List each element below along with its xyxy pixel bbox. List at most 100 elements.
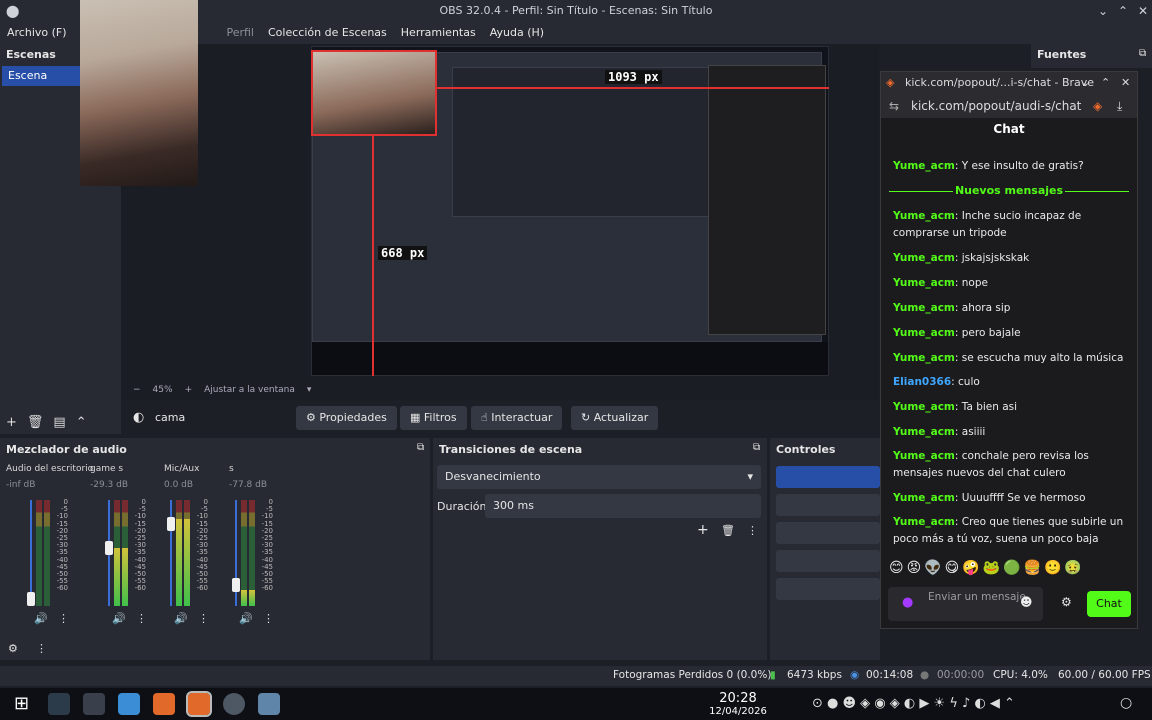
- refresh-button[interactable]: ↻ Actualizar: [571, 406, 659, 430]
- terminal-icon[interactable]: [48, 693, 70, 715]
- brave-active-icon[interactable]: [186, 691, 212, 717]
- chat-username[interactable]: Yume_acm: [893, 401, 955, 413]
- volume-knob[interactable]: [167, 516, 175, 531]
- trash-icon[interactable]: 🗑: [721, 524, 735, 537]
- up-icon[interactable]: ⌃: [76, 415, 87, 430]
- volume-knob[interactable]: [232, 578, 240, 593]
- menu-tools[interactable]: Herramientas: [394, 22, 483, 44]
- chat-username[interactable]: Elian0366: [893, 376, 951, 388]
- close-icon[interactable]: ✕: [1138, 0, 1148, 22]
- volume-knob[interactable]: [27, 592, 35, 606]
- chat-username[interactable]: Yume_acm: [893, 277, 955, 289]
- brave-icon: ◈: [886, 76, 895, 89]
- gear-icon[interactable]: ⚙: [1061, 595, 1072, 609]
- more-icon[interactable]: ⋮: [36, 642, 47, 655]
- undock-icon[interactable]: ⧉: [417, 442, 424, 453]
- chat-send-button[interactable]: Chat: [1087, 591, 1131, 617]
- emoji-icon[interactable]: ☻: [1020, 596, 1033, 609]
- more-icon[interactable]: ⋮: [198, 612, 209, 625]
- duration-input[interactable]: 300 ms: [485, 494, 761, 518]
- fit-label[interactable]: Ajustar a la ventana: [204, 385, 295, 395]
- chat-username[interactable]: Yume_acm: [893, 450, 955, 462]
- chat-username[interactable]: Yume_acm: [893, 160, 955, 172]
- microphone-icon[interactable]: ●: [902, 596, 913, 609]
- more-icon[interactable]: ⋮: [58, 612, 69, 625]
- mute-icon[interactable]: 🔊: [239, 612, 253, 625]
- workspaces-icon[interactable]: [83, 693, 105, 715]
- stream-time: 00:14:08: [866, 669, 914, 681]
- menu-help[interactable]: Ayuda (H): [483, 22, 551, 44]
- scene-item[interactable]: Escena: [2, 66, 80, 86]
- virtual-camera-button[interactable]: [776, 522, 880, 544]
- filter-icon[interactable]: ▤: [53, 415, 65, 430]
- store-icon[interactable]: [258, 693, 280, 715]
- shields-icon[interactable]: ◈: [1093, 94, 1102, 118]
- emote-bar[interactable]: 😊😡👽😋🤪🐸🟢🍔🙂🤢: [889, 560, 1085, 576]
- chat-text: : culo: [951, 376, 980, 388]
- obs-icon[interactable]: [223, 693, 245, 715]
- chat-username[interactable]: Yume_acm: [893, 210, 955, 222]
- power-icon[interactable]: ○: [1120, 695, 1132, 711]
- close-icon[interactable]: ✕: [1121, 72, 1130, 94]
- transitions-dock: Transiciones de escena ⧉ Desvanecimiento…: [433, 438, 767, 660]
- more-icon[interactable]: ⋮: [136, 612, 147, 625]
- undock-icon[interactable]: ⧉: [753, 442, 760, 453]
- chat-username[interactable]: Yume_acm: [893, 302, 955, 314]
- transition-select[interactable]: Desvanecimiento ▾: [437, 465, 761, 489]
- volume-slider[interactable]: [30, 500, 32, 606]
- start-menu-icon[interactable]: ⊞: [14, 693, 36, 715]
- file-manager-icon[interactable]: [118, 693, 140, 715]
- studio-mode-button[interactable]: [776, 550, 880, 572]
- more-icon[interactable]: ⋮: [747, 524, 758, 537]
- chat-username[interactable]: Yume_acm: [893, 352, 955, 364]
- add-icon[interactable]: +: [6, 415, 17, 430]
- more-icon[interactable]: ⋮: [263, 612, 274, 625]
- add-icon[interactable]: +: [697, 522, 709, 538]
- signal-icon: ▮: [770, 669, 776, 681]
- selected-source-outline[interactable]: [311, 50, 437, 136]
- volume-knob[interactable]: [105, 541, 113, 556]
- undock-icon[interactable]: ⧉: [1139, 48, 1146, 59]
- brave-icon[interactable]: [153, 693, 175, 715]
- cpu-usage: CPU: 4.0%: [993, 669, 1048, 681]
- interact-button[interactable]: ☝ Interactuar: [471, 406, 563, 430]
- properties-button[interactable]: ⚙ Propiedades: [296, 406, 397, 430]
- webcam-source[interactable]: [80, 0, 198, 186]
- mute-icon[interactable]: 🔊: [174, 612, 188, 625]
- stream-icon: ◉: [850, 669, 860, 681]
- chat-username[interactable]: Yume_acm: [893, 492, 955, 504]
- site-settings-icon[interactable]: ⇆: [889, 94, 899, 118]
- controls-title: Controles: [776, 443, 836, 456]
- download-icon[interactable]: ⤓: [1117, 94, 1122, 118]
- menu-archivo[interactable]: Archivo (F): [0, 22, 74, 44]
- chat-username[interactable]: Yume_acm: [893, 327, 955, 339]
- chat-input[interactable]: ● Enviar un mensaje ☻: [888, 587, 1043, 621]
- maximize-icon[interactable]: ⌃: [1118, 0, 1128, 22]
- menu-scene-collection[interactable]: Colección de Escenas: [261, 22, 394, 44]
- chat-message: Yume_acm: Uuuuffff Se ve hermoso: [893, 490, 1125, 507]
- mixer-settings-icon[interactable]: ⚙: [8, 642, 18, 655]
- mute-icon[interactable]: 🔊: [112, 612, 126, 625]
- chat-username[interactable]: Yume_acm: [893, 426, 955, 438]
- volume-slider[interactable]: [170, 500, 172, 606]
- clock[interactable]: 20:28 12/04/2026: [700, 691, 776, 717]
- tray-icons[interactable]: ⊙ ● ☻ ◈ ◉ ◈ ◐ ▶ ☀ ϟ ♪ ◐ ◀ ⌃: [812, 696, 1015, 711]
- chevron-down-icon[interactable]: ▾: [307, 385, 312, 395]
- zoom-in-icon[interactable]: +: [185, 385, 193, 395]
- mixer-channel: s -77.8 dB 0 -5 -10 -15 -20 -25 -30 -35 -40 -45 -50-…: [229, 464, 289, 625]
- trash-icon[interactable]: 🗑: [27, 415, 44, 430]
- minimize-icon[interactable]: ⌄: [1098, 0, 1108, 22]
- chat-username[interactable]: Yume_acm: [893, 252, 955, 264]
- start-streaming-button[interactable]: [776, 466, 880, 488]
- chat-username[interactable]: Yume_acm: [893, 516, 955, 528]
- filters-button[interactable]: ▦ Filtros: [400, 406, 467, 430]
- settings-button[interactable]: [776, 578, 880, 600]
- maximize-icon[interactable]: ⌃: [1101, 72, 1110, 94]
- address-bar[interactable]: ⇆ kick.com/popout/audi-s/chat ◈ ⤓: [881, 94, 1137, 118]
- zoom-out-icon[interactable]: −: [133, 385, 141, 395]
- mute-icon[interactable]: 🔊: [34, 612, 48, 625]
- start-recording-button[interactable]: [776, 494, 880, 516]
- record-icon: ●: [920, 669, 930, 681]
- minimize-icon[interactable]: ⌄: [1081, 72, 1090, 94]
- menu-perfil[interactable]: Perfil: [219, 22, 261, 44]
